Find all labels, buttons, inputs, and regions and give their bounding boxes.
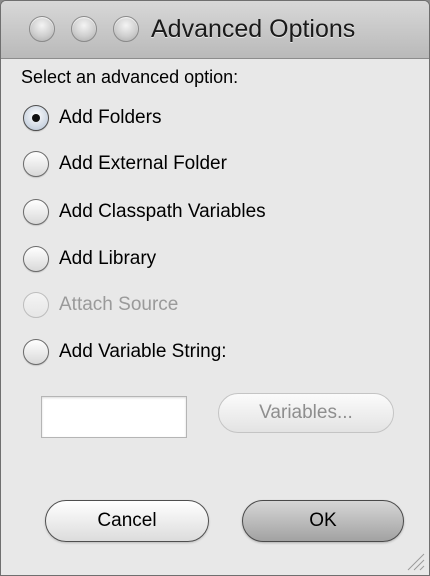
option-label-add-variable-string: Add Variable String: bbox=[59, 341, 227, 362]
radio-attach-source bbox=[23, 292, 49, 318]
option-label-add-classpath-variables: Add Classpath Variables bbox=[59, 201, 266, 222]
radio-add-external-folder[interactable] bbox=[23, 151, 49, 177]
close-window-button[interactable] bbox=[29, 16, 55, 42]
option-add-folders[interactable]: Add Folders bbox=[23, 103, 161, 133]
radio-add-library[interactable] bbox=[23, 246, 49, 272]
option-add-variable-string[interactable]: Add Variable String: bbox=[23, 337, 227, 367]
radio-add-folders[interactable] bbox=[23, 105, 49, 131]
radio-add-classpath-variables[interactable] bbox=[23, 199, 49, 225]
option-label-add-folders: Add Folders bbox=[59, 107, 162, 128]
option-attach-source: Attach Source bbox=[23, 290, 178, 320]
variables-button[interactable]: Variables... bbox=[218, 393, 394, 433]
minimize-window-button[interactable] bbox=[71, 16, 97, 42]
zoom-window-button[interactable] bbox=[113, 16, 139, 42]
variable-string-input[interactable] bbox=[41, 396, 187, 438]
option-prompt: Select an advanced option: bbox=[21, 67, 239, 87]
option-add-external-folder[interactable]: Add External Folder bbox=[23, 149, 227, 179]
cancel-button[interactable]: Cancel bbox=[45, 500, 209, 542]
option-label-add-library: Add Library bbox=[59, 248, 157, 269]
radio-selected-dot bbox=[32, 114, 40, 122]
window-title: Advanced Options bbox=[151, 15, 356, 43]
option-add-classpath-variables[interactable]: Add Classpath Variables bbox=[23, 197, 266, 227]
advanced-options-dialog: Advanced Options Select an advanced opti… bbox=[0, 0, 430, 576]
resize-grip-icon[interactable] bbox=[403, 549, 425, 571]
title-bar[interactable]: Advanced Options bbox=[1, 1, 429, 59]
option-label-add-external-folder: Add External Folder bbox=[59, 153, 227, 174]
option-add-library[interactable]: Add Library bbox=[23, 244, 156, 274]
option-label-attach-source: Attach Source bbox=[59, 294, 179, 315]
ok-button[interactable]: OK bbox=[242, 500, 404, 542]
radio-add-variable-string[interactable] bbox=[23, 339, 49, 365]
